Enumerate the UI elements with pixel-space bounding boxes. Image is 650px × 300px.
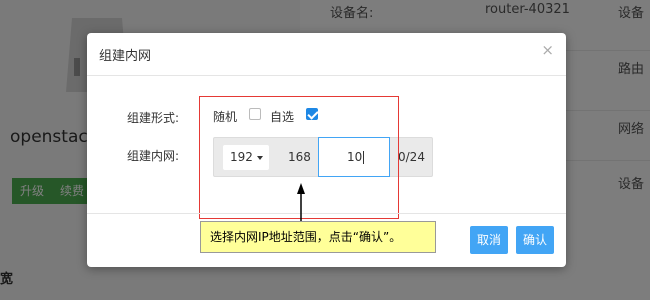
annotation-arrow-icon — [297, 183, 305, 221]
instruction-tooltip: 选择内网IP地址范围，点击“确认”。 — [200, 221, 436, 253]
